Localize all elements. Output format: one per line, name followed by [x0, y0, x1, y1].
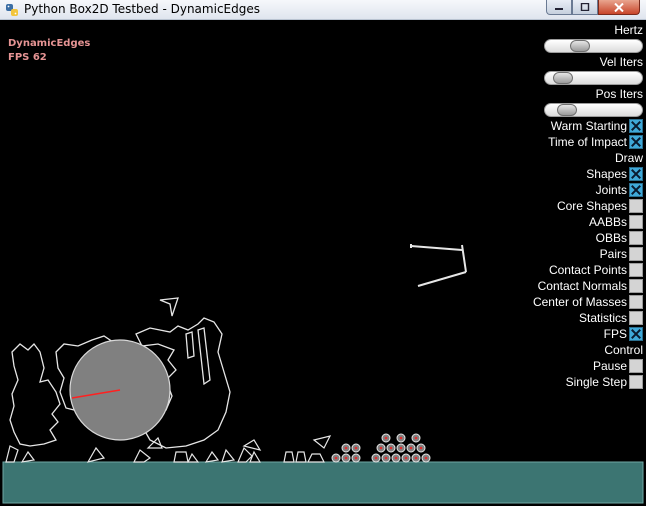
edge-body-left [9, 343, 61, 447]
hertz-slider-track[interactable] [544, 39, 643, 53]
control-section-header: Control [604, 343, 643, 357]
contact-points-row[interactable]: Contact Points [463, 262, 643, 278]
pos-iters-slider-knob[interactable] [557, 104, 577, 116]
minimize-button[interactable] [546, 0, 572, 15]
close-icon [614, 2, 624, 12]
hertz-label: Hertz [614, 23, 643, 37]
window-controls [546, 0, 640, 15]
pos-iters-slider-track[interactable] [544, 103, 643, 117]
python-app-icon [6, 4, 18, 16]
obbs-row[interactable]: OBBs [463, 230, 643, 246]
shapes-label: Shapes [586, 167, 627, 181]
vel-iters-slider-knob[interactable] [553, 72, 573, 84]
single-step-row[interactable]: Single Step [463, 374, 643, 390]
hud-stats: DynamicEdges FPS 62 [8, 37, 90, 65]
testbed-window: Python Box2D Testbed - DynamicEdges Dyna… [0, 0, 646, 506]
contact-normals-row[interactable]: Contact Normals [463, 278, 643, 294]
window-title: Python Box2D Testbed - DynamicEdges [24, 2, 260, 16]
contact-normals-label: Contact Normals [537, 279, 627, 293]
pairs-label: Pairs [599, 247, 627, 261]
single-step-label: Single Step [565, 375, 627, 389]
pos-iters-slider[interactable] [463, 102, 643, 118]
center-of-masses-row[interactable]: Center of Masses [463, 294, 643, 310]
floating-pointer-shape [159, 297, 179, 317]
core-shapes-row[interactable]: Core Shapes [463, 198, 643, 214]
maximize-icon [580, 3, 590, 11]
aabbs-label: AABBs [588, 215, 627, 229]
joints-label: Joints [595, 183, 627, 197]
title-bar[interactable]: Python Box2D Testbed - DynamicEdges [0, 0, 646, 20]
core-shapes-checkbox[interactable] [629, 199, 643, 213]
pos-iters-label: Pos Iters [595, 87, 643, 101]
statistics-row[interactable]: Statistics [463, 310, 643, 326]
minimize-icon [555, 8, 563, 10]
aabbs-row[interactable]: AABBs [463, 214, 643, 230]
vel-iters-slider[interactable] [463, 70, 643, 86]
contact-normals-checkbox[interactable] [629, 279, 643, 293]
test-name-label: DynamicEdges [8, 38, 91, 49]
core-shapes-label: Core Shapes [556, 199, 627, 213]
time-of-impact-label: Time of Impact [548, 135, 627, 149]
time-of-impact-row[interactable]: Time of Impact [463, 134, 643, 150]
vel-iters-slider-track[interactable] [544, 71, 643, 85]
fps-row[interactable]: FPS [463, 326, 643, 342]
ground [2, 461, 644, 504]
aabbs-checkbox[interactable] [629, 215, 643, 229]
fps-checkbox[interactable] [629, 327, 643, 341]
joints-checkbox[interactable] [629, 183, 643, 197]
joints-row[interactable]: Joints [463, 182, 643, 198]
edge-sliver-1 [185, 331, 195, 359]
contact-points-label: Contact Points [548, 263, 627, 277]
pause-label: Pause [592, 359, 627, 373]
hertz-slider-knob[interactable] [570, 40, 590, 52]
fps-readout: FPS 62 [8, 52, 47, 63]
draw-section-header: Draw [614, 151, 643, 165]
pause-checkbox[interactable] [629, 359, 643, 373]
statistics-checkbox[interactable] [629, 311, 643, 325]
fps-label: FPS [603, 327, 627, 341]
center-of-masses-checkbox[interactable] [629, 295, 643, 309]
center-of-masses-label: Center of Masses [532, 295, 627, 309]
hertz-slider[interactable] [463, 38, 643, 54]
edge-sliver-2 [197, 327, 211, 386]
warm-starting-label: Warm Starting [550, 119, 627, 133]
shapes-checkbox[interactable] [629, 167, 643, 181]
warm-starting-checkbox[interactable] [629, 119, 643, 133]
obbs-label: OBBs [595, 231, 627, 245]
statistics-label: Statistics [578, 311, 627, 325]
obbs-checkbox[interactable] [629, 231, 643, 245]
maximize-button[interactable] [572, 0, 598, 15]
pairs-row[interactable]: Pairs [463, 246, 643, 262]
contact-points-checkbox[interactable] [629, 263, 643, 277]
pause-row[interactable]: Pause [463, 358, 643, 374]
pairs-checkbox[interactable] [629, 247, 643, 261]
time-of-impact-checkbox[interactable] [629, 135, 643, 149]
settings-panel: Hertz Vel Iters Pos Iters Warm Starting … [463, 22, 643, 390]
shapes-row[interactable]: Shapes [463, 166, 643, 182]
vel-iters-label: Vel Iters [599, 55, 643, 69]
close-button[interactable] [598, 0, 640, 15]
floating-edge-chain [410, 244, 467, 287]
warm-starting-row[interactable]: Warm Starting [463, 118, 643, 134]
single-step-checkbox[interactable] [629, 375, 643, 389]
